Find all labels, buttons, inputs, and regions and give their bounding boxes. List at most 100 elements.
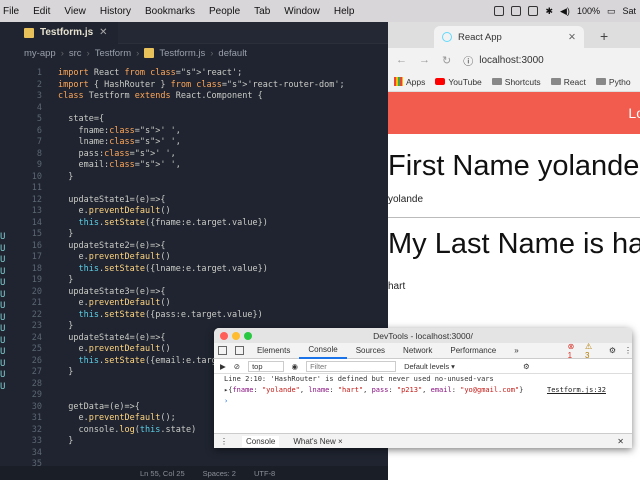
forward-icon[interactable]: → <box>419 54 430 66</box>
drawer-tab-console[interactable]: Console <box>242 435 280 447</box>
menu-bookmarks[interactable]: Bookmarks <box>145 6 195 17</box>
back-icon[interactable]: ← <box>396 54 407 66</box>
scm-mark: U <box>0 289 6 300</box>
devtools-window: DevTools - localhost:3000/ Elements Cons… <box>214 328 632 448</box>
line-number: 17 <box>31 252 42 262</box>
tab-sources[interactable]: Sources <box>347 343 394 359</box>
warning-count[interactable]: ⚠ 3 <box>585 342 599 360</box>
code-text: e.preventDefault() <box>58 206 171 216</box>
menu-window[interactable]: Window <box>284 6 320 17</box>
menu-file[interactable]: File <box>3 6 19 17</box>
close-tab-icon[interactable]: ✕ <box>568 32 576 43</box>
line-number: 25 <box>31 344 42 354</box>
menu-help[interactable]: Help <box>334 6 355 17</box>
new-tab-button[interactable]: + <box>600 28 608 44</box>
sidebar-toggle-icon[interactable]: ▶ <box>220 362 226 371</box>
code-text: updateState1=(e)=>{ <box>58 194 166 205</box>
bookmark-youtube[interactable]: YouTube <box>435 77 482 87</box>
devtools-drawer: ⋮ Console What's New × ✕ <box>214 433 632 448</box>
react-icon <box>442 32 452 42</box>
last-name-value: hart <box>388 281 406 292</box>
levels-select[interactable]: Default levels ▾ <box>404 362 455 371</box>
info-icon[interactable]: ⓘ <box>463 53 473 68</box>
battery-icon[interactable]: ▭ <box>607 6 616 17</box>
scm-mark: U <box>0 312 6 323</box>
clear-console-icon[interactable]: ⊘ <box>234 362 240 371</box>
close-drawer-icon[interactable]: ✕ <box>617 437 624 446</box>
folder-icon <box>491 78 502 85</box>
menu-tab[interactable]: Tab <box>254 6 270 17</box>
cursor-position[interactable]: Ln 55, Col 25 <box>140 469 185 478</box>
tab-performance[interactable]: Performance <box>441 343 505 359</box>
eye-icon[interactable]: ◉ <box>292 362 299 371</box>
error-count-value: 1 <box>567 350 573 360</box>
scm-mark: U <box>0 381 6 392</box>
volume-icon[interactable]: ◀) <box>560 6 570 17</box>
console-toolbar: ▶ ⊘ top ◉ Default levels ▾ ⚙ <box>214 359 632 374</box>
source-link[interactable]: Testform.js:32 <box>547 385 606 396</box>
code-text: } <box>58 171 74 182</box>
menu-edit[interactable]: Edit <box>33 6 50 17</box>
breadcrumb-item[interactable]: src <box>69 48 82 59</box>
code-text: e.preventDefault() <box>58 344 171 354</box>
console-prompt[interactable]: › <box>224 396 632 407</box>
editor-tab-testform[interactable]: Testform.js ✕ <box>0 21 118 44</box>
inspect-icon[interactable] <box>218 346 227 355</box>
code-text: updateState4=(e)=>{ <box>58 332 166 343</box>
menubar-status: ✱ ◀) 100% ▭ Sat <box>494 0 636 22</box>
line-number: 8 <box>36 148 42 159</box>
indent-setting[interactable]: Spaces: 2 <box>203 469 236 478</box>
menu-history[interactable]: History <box>100 6 131 17</box>
context-select[interactable]: top <box>248 360 284 372</box>
bookmark-shortcuts[interactable]: Shortcuts <box>491 77 541 87</box>
menu-people[interactable]: People <box>209 6 240 17</box>
bookmark-apps[interactable]: Apps <box>394 77 425 87</box>
line-number: 24 <box>31 332 42 343</box>
breadcrumb-item[interactable]: Testform.js <box>159 48 205 59</box>
error-count[interactable]: ⊗ 1 <box>568 342 581 360</box>
drawer-tab-whats-new[interactable]: What's New × <box>293 437 342 446</box>
first-name-value: yolande <box>388 182 640 218</box>
bookmark-python[interactable]: Pytho <box>595 77 631 87</box>
clock-day[interactable]: Sat <box>622 6 636 16</box>
breadcrumb-item[interactable]: my-app <box>24 48 56 59</box>
encoding[interactable]: UTF-8 <box>254 469 275 478</box>
cloud-icon[interactable] <box>528 6 539 16</box>
line-number: 22 <box>31 309 42 320</box>
url-text[interactable]: localhost:3000 <box>479 55 544 66</box>
breadcrumb-item[interactable]: Testform <box>95 48 131 59</box>
device-toggle-icon[interactable] <box>234 346 244 355</box>
battery-percent: 100% <box>576 6 600 16</box>
bookmark-react[interactable]: React <box>550 77 586 87</box>
tab-network[interactable]: Network <box>394 343 441 359</box>
tab-elements[interactable]: Elements <box>248 343 299 359</box>
line-number: 11 <box>31 183 42 193</box>
more-tabs-button[interactable]: » <box>505 343 527 359</box>
reload-icon[interactable]: ↻ <box>442 54 451 67</box>
settings-icon[interactable]: ⚙ <box>609 346 616 355</box>
line-number: 1 <box>36 68 42 78</box>
breadcrumb-item[interactable]: default <box>218 48 247 59</box>
scm-mark: U <box>0 232 6 242</box>
app-header: Lo <box>388 92 640 134</box>
code-text: e.preventDefault() <box>58 298 171 308</box>
tab-console[interactable]: Console <box>299 343 347 359</box>
more-options-icon[interactable]: ⋮ <box>624 346 632 355</box>
line-number: 15 <box>31 229 42 239</box>
console-object-line[interactable]: ▸{fname: "yolande", lname: "hart", pass:… <box>224 385 632 396</box>
browser-tab[interactable]: React App ✕ <box>434 26 584 48</box>
console-message-text: Line 2:10: 'HashRouter' is defined but n… <box>224 375 494 383</box>
menubar: File Edit View History Bookmarks People … <box>0 0 640 22</box>
drawer-menu-icon[interactable]: ⋮ <box>220 437 228 446</box>
address-bar[interactable]: ⓘ localhost:3000 <box>463 53 544 68</box>
dropbox-icon[interactable] <box>511 6 522 16</box>
close-icon[interactable]: ✕ <box>99 27 107 38</box>
app-icon[interactable] <box>494 6 505 16</box>
scm-gutter: U U U U U U U U U U U U U U <box>0 232 8 393</box>
header-text[interactable]: Lo <box>628 105 640 121</box>
filter-input[interactable] <box>306 360 397 372</box>
page-content: Lo First Name yolande yolande My Last Na… <box>388 92 640 292</box>
bluetooth-icon[interactable]: ✱ <box>545 6 553 17</box>
menu-view[interactable]: View <box>64 6 86 17</box>
console-settings-icon[interactable]: ⚙ <box>523 362 530 371</box>
